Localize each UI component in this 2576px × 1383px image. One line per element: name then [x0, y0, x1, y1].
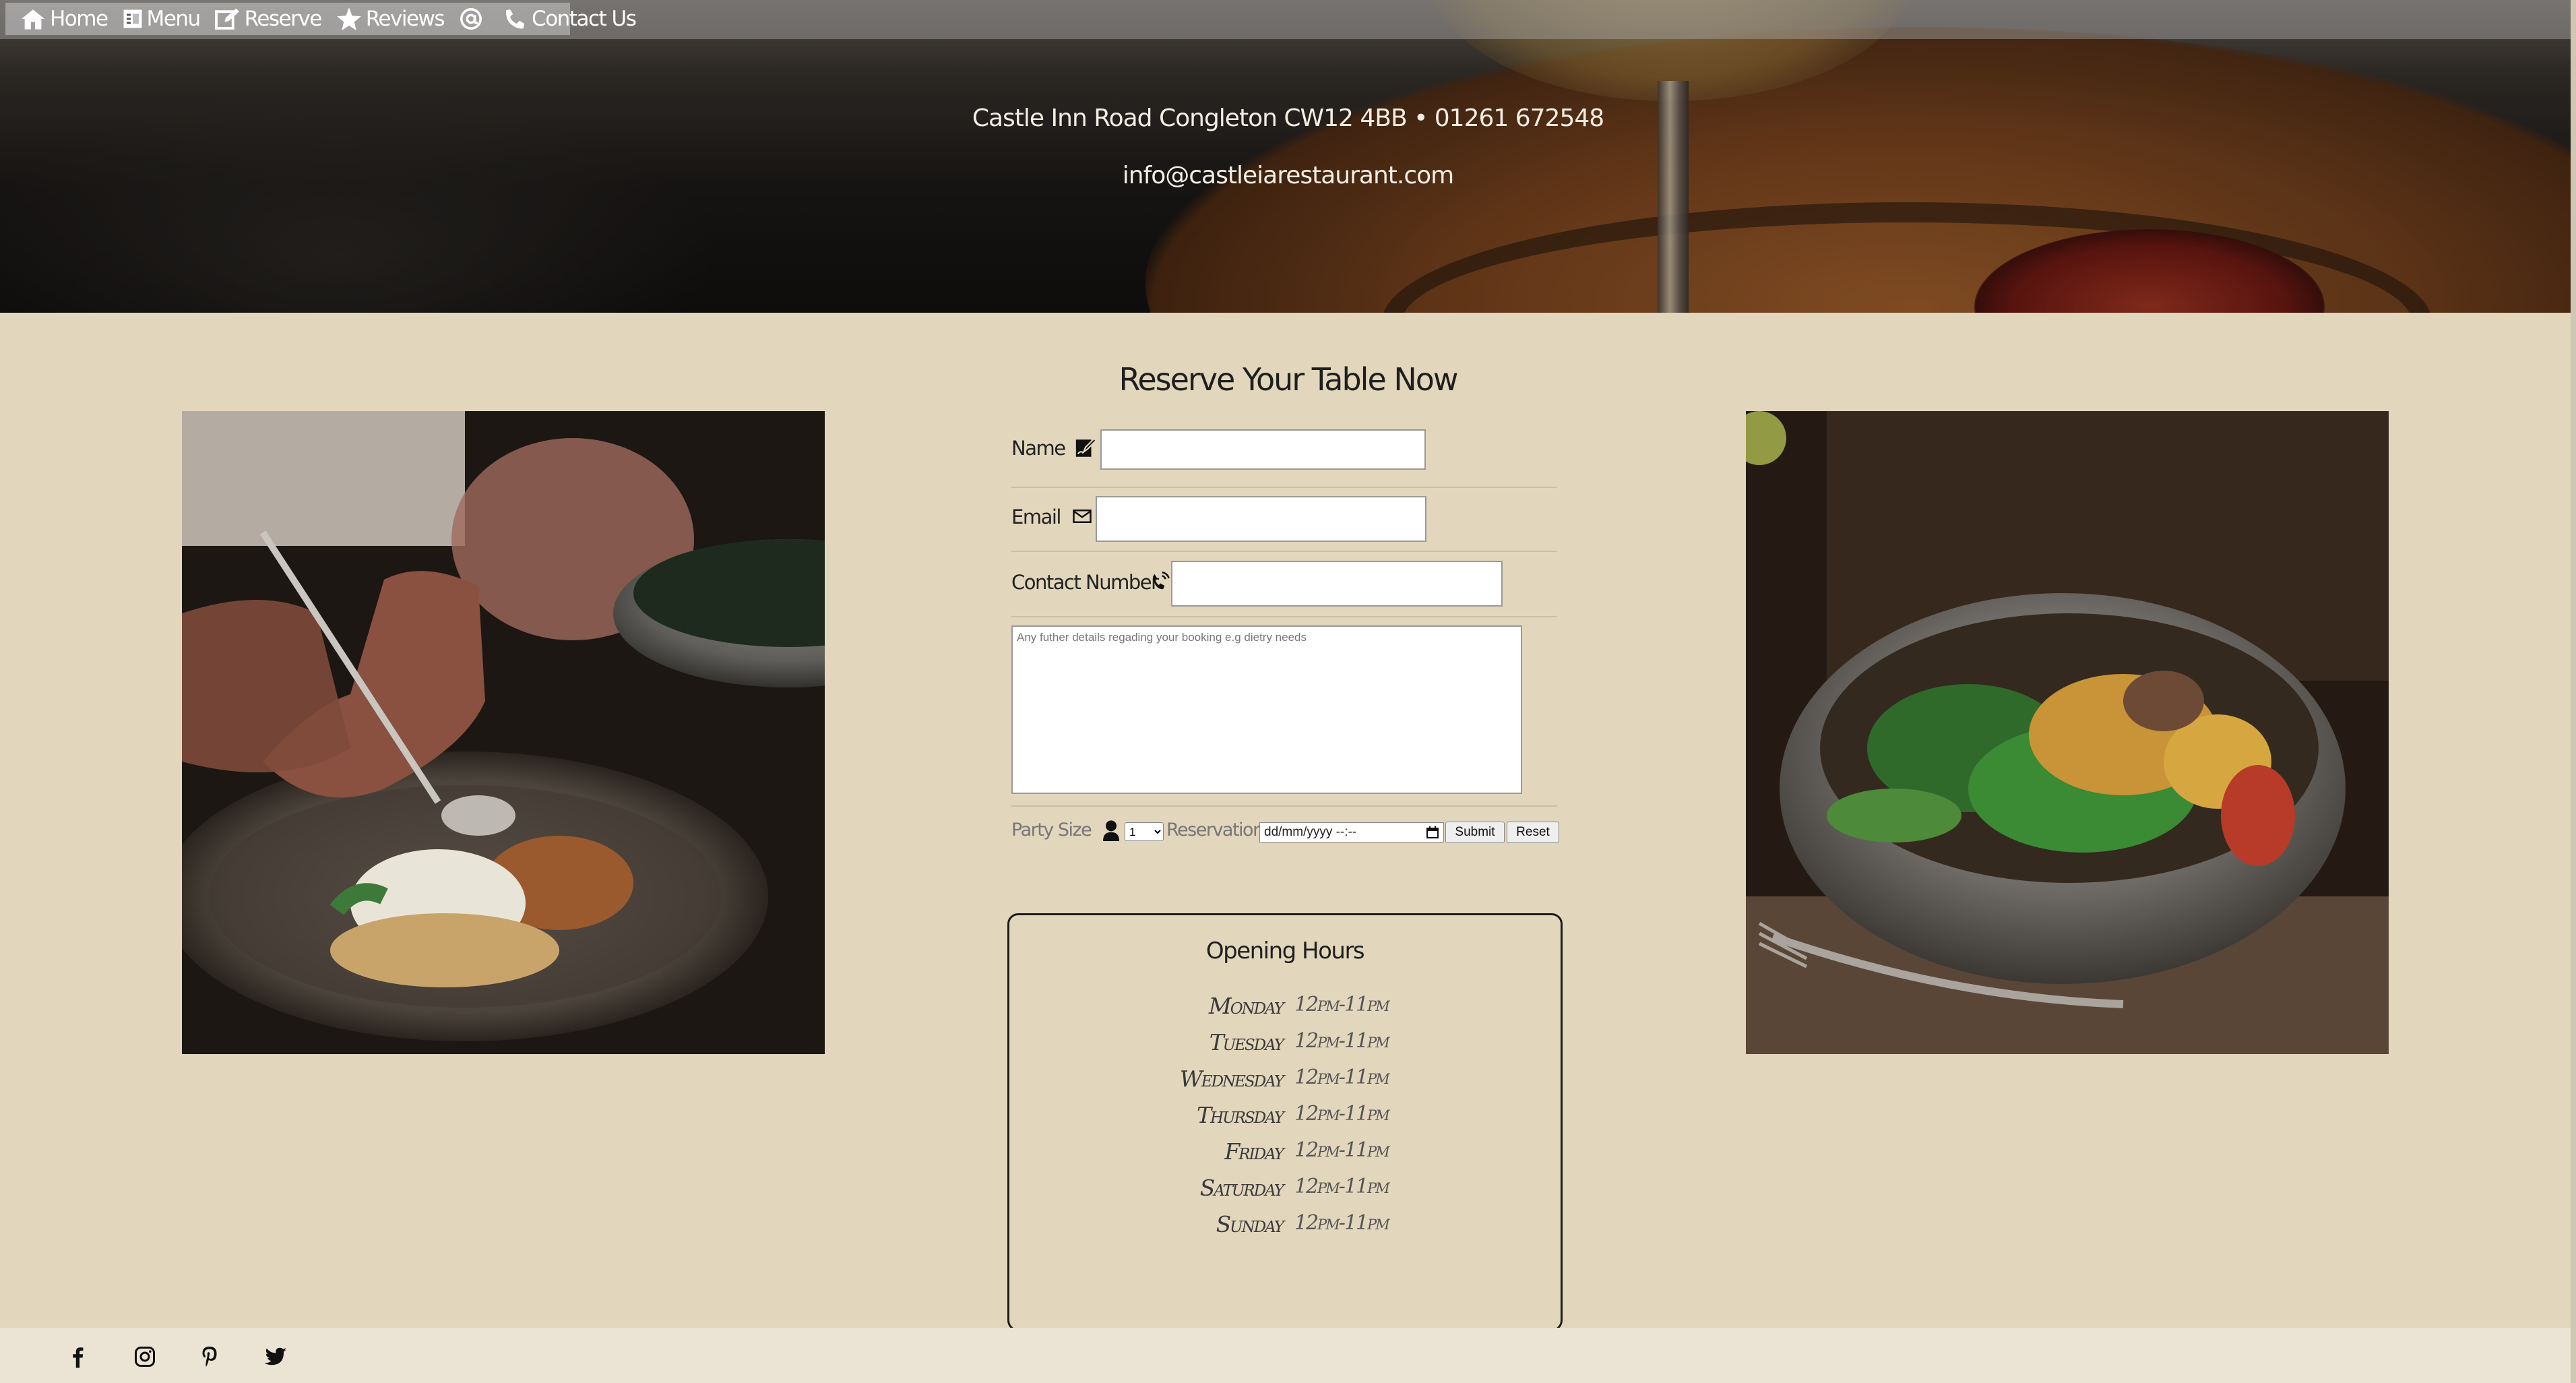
reserve-title: Reserve Your Table Now: [1119, 361, 1458, 398]
divider: [1011, 551, 1557, 552]
hours-row: Sunday 12pm-11pm: [1009, 1211, 1561, 1248]
name-label: Name: [1011, 437, 1066, 460]
hours-row: Thursday 12pm-11pm: [1009, 1102, 1561, 1138]
scrollbar[interactable]: [2571, 0, 2576, 1383]
nav-home[interactable]: Home: [20, 7, 108, 31]
hours-day: Saturday: [1199, 1175, 1284, 1201]
hero-banner: [0, 0, 2576, 313]
envelope-icon: [1072, 506, 1092, 526]
submit-button[interactable]: Submit: [1445, 822, 1505, 843]
party-size-select[interactable]: 1: [1125, 822, 1164, 841]
facebook-icon[interactable]: [65, 1345, 90, 1369]
hours-time: 12pm-11pm: [1294, 1029, 1390, 1053]
hours-day: Sunday: [1216, 1211, 1284, 1237]
divider: [1011, 616, 1557, 617]
calendar-icon[interactable]: [1426, 826, 1439, 839]
salad-bowl-illustration: [1746, 411, 2389, 1054]
hours-time: 12pm-11pm: [1294, 993, 1390, 1016]
pinterest-icon[interactable]: [197, 1345, 222, 1369]
contact-number-input[interactable]: [1171, 561, 1503, 607]
opening-hours-panel: Opening Hours Monday 12pm-11pm Tuesday 1…: [1007, 913, 1563, 1331]
email-input[interactable]: [1096, 496, 1426, 542]
nav-email[interactable]: [459, 7, 487, 30]
contact-number-label: Contact Number: [1011, 571, 1159, 594]
reservation-datetime-input[interactable]: dd/mm/yyyy --:--: [1259, 822, 1444, 842]
hours-row: Monday 12pm-11pm: [1009, 993, 1561, 1029]
phone-ring-icon: [1150, 572, 1170, 592]
hours-day: Tuesday: [1209, 1029, 1284, 1055]
phone-icon: [502, 7, 528, 30]
party-size-label: Party Size: [1011, 820, 1092, 840]
hours-time: 12pm-11pm: [1294, 1175, 1390, 1198]
nav-reserve[interactable]: Reserve: [214, 7, 323, 31]
top-nav: Home Menu Reserve Reviews Contact Us: [5, 3, 637, 35]
divider: [1011, 805, 1557, 807]
restaurant-address: Castle Inn Road Congleton CW12 4BB • 012…: [972, 104, 1604, 132]
hours-time: 12pm-11pm: [1294, 1066, 1390, 1089]
name-input[interactable]: [1100, 429, 1426, 470]
signature-icon: [1074, 437, 1098, 460]
person-icon: [1102, 820, 1121, 841]
hours-day: Thursday: [1197, 1102, 1284, 1128]
reservation-datetime-value: dd/mm/yyyy --:--: [1264, 825, 1357, 839]
reservation-label: Reservation:: [1166, 820, 1269, 840]
home-icon: [20, 7, 46, 30]
hours-row: Wednesday 12pm-11pm: [1009, 1066, 1561, 1102]
footer: [0, 1328, 2576, 1383]
email-label: Email: [1011, 505, 1061, 528]
nav-reviews[interactable]: Reviews: [336, 7, 445, 31]
salad-bowl-photo: [1746, 411, 2389, 1054]
star-icon: [336, 7, 362, 30]
hours-row: Saturday 12pm-11pm: [1009, 1175, 1561, 1211]
nav-contact[interactable]: Contact Us: [502, 7, 637, 31]
hours-day: Friday: [1224, 1138, 1284, 1165]
hours-row: Friday 12pm-11pm: [1009, 1138, 1561, 1175]
at-sign-icon: [459, 7, 483, 30]
nav-reviews-label: Reviews: [365, 7, 445, 31]
instagram-icon[interactable]: [133, 1345, 157, 1369]
menu-book-icon: [123, 7, 143, 30]
nav-menu[interactable]: Menu: [123, 7, 201, 31]
chef-plating-illustration: [182, 411, 825, 1054]
hours-day: Monday: [1208, 993, 1284, 1019]
hours-time: 12pm-11pm: [1294, 1138, 1390, 1162]
nav-menu-label: Menu: [146, 7, 201, 31]
opening-hours-title: Opening Hours: [1205, 938, 1365, 964]
hours-time: 12pm-11pm: [1294, 1102, 1390, 1126]
hours-time: 12pm-11pm: [1294, 1211, 1390, 1235]
reset-button[interactable]: Reset: [1507, 822, 1559, 843]
hours-day: Wednesday: [1179, 1066, 1284, 1092]
nav-contact-label: Contact Us: [532, 7, 637, 31]
restaurant-email[interactable]: info@castleiarestaurant.com: [0, 162, 2576, 189]
nav-reserve-label: Reserve: [244, 7, 323, 31]
divider: [1011, 487, 1557, 488]
hours-row: Tuesday 12pm-11pm: [1009, 1029, 1561, 1066]
twitter-icon[interactable]: [263, 1345, 288, 1369]
booking-details-textarea[interactable]: [1011, 625, 1522, 794]
nav-home-label: Home: [50, 7, 108, 31]
chef-plating-photo: [182, 411, 825, 1054]
edit-icon: [214, 7, 241, 30]
